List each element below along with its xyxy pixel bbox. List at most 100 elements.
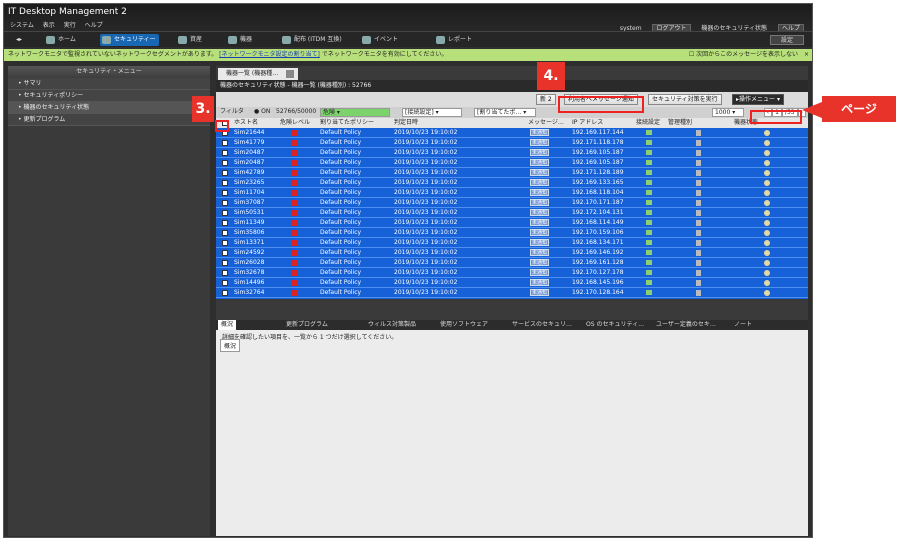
connection-arrow-icon (646, 240, 652, 245)
menu-help[interactable]: ヘルプ (85, 22, 103, 29)
ip-address: 192.168.134.171 (572, 239, 624, 246)
table-row[interactable]: Sim11704 Default Policy 2019/10/23 19:10:0… (216, 188, 808, 198)
table-row[interactable]: Sim32678 Default Policy 2019/10/23 19:10:0… (216, 268, 808, 278)
policy-name: Default Policy (320, 209, 362, 216)
ops-menu-button[interactable]: ▸操作メニュー ▾ (732, 94, 784, 105)
col-connection[interactable]: 接続設定 (636, 118, 660, 128)
breadcrumb: 機器のセキュリティ状態 - 機器一覧 (機器種別) : 52766 (216, 80, 808, 92)
col-ip[interactable]: IP アドレス (572, 118, 603, 128)
hide-message-checkbox[interactable]: ☐ 次回からこのメッセージを表示しない (689, 49, 798, 61)
connection-arrow-icon (646, 150, 652, 155)
col-date[interactable]: 判定日時 (394, 118, 418, 128)
table-row[interactable]: Sim11349 Default Policy 2019/10/23 19:10:0… (216, 218, 808, 228)
table-row[interactable]: Sim14496 Default Policy 2019/10/23 19:10:0… (216, 278, 808, 288)
tab-device-list[interactable]: 機器一覧 (機器種… (218, 68, 299, 80)
detail-tab[interactable]: サービスのセキュリ… (512, 320, 572, 330)
filter-on[interactable]: ● ON (252, 108, 272, 117)
notice-link[interactable]: [ネットワークモニタ設定の割り当て] (219, 51, 320, 58)
row-checkbox[interactable] (222, 270, 228, 276)
row-checkbox[interactable] (222, 170, 228, 176)
row-checkbox[interactable] (222, 190, 228, 196)
sidebar-item-policy[interactable]: • セキュリティポリシー (8, 90, 210, 102)
table-row[interactable]: Sim37087 Default Policy 2019/10/23 19:10:0… (216, 198, 808, 208)
back-forward-buttons[interactable]: ◂▸ (6, 34, 22, 46)
table-row[interactable]: Sim50531 Default Policy 2019/10/23 19:10:0… (216, 208, 808, 218)
nav-home[interactable]: ホーム (44, 34, 76, 46)
nav-bar: ◂▸ ホーム セキュリティー 資産 機器 配布 (ITDM 互換) イベント レ… (4, 31, 812, 47)
policy-filter[interactable]: [割り当てたポ… ▾ (474, 108, 536, 117)
row-checkbox[interactable] (222, 280, 228, 286)
table-row[interactable]: Sim20487 Default Policy 2019/10/23 19:10:0… (216, 148, 808, 158)
detail-tabs: 概況 更新プログラム ウィルス対策製品 使用ソフトウェア サービスのセキュリ… OS のセ… (216, 320, 808, 330)
row-checkbox[interactable] (222, 140, 228, 146)
row-checkbox[interactable] (222, 200, 228, 206)
cut-button[interactable]: 新 2 (536, 94, 556, 105)
row-checkbox[interactable] (222, 230, 228, 236)
row-checkbox[interactable] (222, 290, 228, 296)
nav-devices[interactable]: 機器 (226, 34, 252, 46)
col-management[interactable]: 管理種別 (668, 118, 692, 128)
detail-tab[interactable]: ユーザー定義のセキ… (656, 320, 716, 330)
close-icon[interactable]: × (804, 49, 809, 61)
sidebar-item-updates[interactable]: • 更新プログラム (8, 114, 210, 126)
judge-date: 2019/10/23 19:10:02 (394, 209, 458, 216)
danger-filter[interactable]: 危険 ▾ (320, 108, 390, 117)
menu-view[interactable]: 表示 (43, 22, 55, 29)
settings-button[interactable]: 設定 (770, 35, 804, 45)
row-checkbox[interactable] (222, 250, 228, 256)
sidebar-item-device-status[interactable]: • 機器のセキュリティ状態 (8, 102, 210, 114)
judge-date: 2019/10/23 19:10:02 (394, 239, 458, 246)
nav-assets[interactable]: 資産 (176, 34, 202, 46)
table-row[interactable]: Sim41779 Default Policy 2019/10/23 19:10:0… (216, 138, 808, 148)
table-row[interactable]: Sim13371 Default Policy 2019/10/23 19:10:0… (216, 238, 808, 248)
table-row[interactable]: Sim21644 Default Policy 2019/10/23 19:10:0… (216, 128, 808, 138)
judge-date: 2019/10/23 19:10:02 (394, 169, 458, 176)
detail-tab[interactable]: ノート (734, 320, 752, 330)
col-policy[interactable]: 割り当てたポリシー (320, 118, 374, 128)
danger-icon (292, 210, 298, 216)
detail-tab[interactable]: 概況 (218, 320, 237, 330)
device-status-icon (764, 140, 770, 146)
judge-date: 2019/10/23 19:10:02 (394, 269, 458, 276)
col-message[interactable]: メッセージ… (528, 118, 564, 128)
callout-4-highlight (558, 96, 644, 113)
per-page-select[interactable]: 1000 ▾ (712, 108, 744, 117)
detail-tab[interactable]: OS のセキュリティ… (586, 320, 644, 330)
col-level[interactable]: 危険レベル (280, 118, 310, 128)
row-checkbox[interactable] (222, 220, 228, 226)
connection-filter[interactable]: [接続設定] ▾ (402, 108, 462, 117)
table-row[interactable]: Sim23265 Default Policy 2019/10/23 19:10:0… (216, 178, 808, 188)
table-row[interactable]: Sim42789 Default Policy 2019/10/23 19:10:0… (216, 168, 808, 178)
nav-distribution[interactable]: 配布 (ITDM 互換) (280, 34, 342, 46)
table-row[interactable]: Sim26028 Default Policy 2019/10/23 19:10:0… (216, 258, 808, 268)
row-checkbox[interactable] (222, 240, 228, 246)
table-row[interactable]: Sim24592 Default Policy 2019/10/23 19:10:0… (216, 248, 808, 258)
sidebar-item-summary[interactable]: • サマリ (8, 78, 210, 90)
pin-icon[interactable] (286, 70, 295, 78)
nav-reports[interactable]: レポート (434, 34, 472, 46)
connection-arrow-icon (646, 210, 652, 215)
col-host[interactable]: ホスト名 (234, 118, 258, 128)
connection-arrow-icon (646, 140, 652, 145)
row-checkbox[interactable] (222, 150, 228, 156)
table-row[interactable]: Sim35806 Default Policy 2019/10/23 19:10:0… (216, 228, 808, 238)
detail-tab[interactable]: 使用ソフトウェア (440, 320, 488, 330)
ip-address: 192.170.128.164 (572, 289, 624, 296)
menu-run[interactable]: 実行 (64, 22, 76, 29)
host-name: Sim21644 (234, 129, 265, 136)
nav-events[interactable]: イベント (360, 34, 398, 46)
detail-tab[interactable]: 更新プログラム (286, 320, 328, 330)
row-checkbox[interactable] (222, 180, 228, 186)
nav-security[interactable]: セキュリティー (100, 34, 159, 46)
run-security-button[interactable]: セキュリティ対策を実行 (648, 94, 722, 105)
table-row[interactable]: Sim20487 Default Policy 2019/10/23 19:10:0… (216, 158, 808, 168)
menu-system[interactable]: システム (10, 22, 34, 29)
row-checkbox[interactable] (222, 210, 228, 216)
detail-tab[interactable]: ウィルス対策製品 (368, 320, 416, 330)
table-header: ホスト名 危険レベル 割り当てたポリシー 判定日時 メッセージ… IP アドレス… (216, 118, 808, 128)
row-checkbox[interactable] (222, 260, 228, 266)
judge-date: 2019/10/23 19:10:02 (394, 219, 458, 226)
callout-4: 4. (537, 62, 565, 90)
table-row[interactable]: Sim32764 Default Policy 2019/10/23 19:10:0… (216, 288, 808, 298)
row-checkbox[interactable] (222, 160, 228, 166)
